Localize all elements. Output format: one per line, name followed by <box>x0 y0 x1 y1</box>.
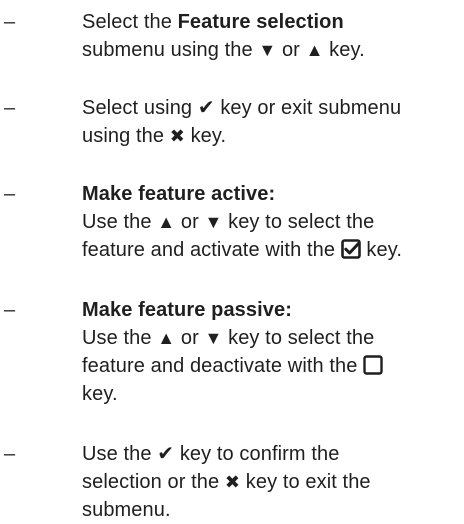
text-fragment: submenu using the <box>82 39 259 61</box>
up-arrow-icon: ▲ <box>157 328 176 348</box>
list-dash: – <box>4 97 16 119</box>
text-fragment: feature and deactivate with the <box>82 355 364 377</box>
x-icon: ✖ <box>224 472 241 492</box>
text-fragment: feature and activate with the <box>82 239 341 261</box>
text-fragment: Select using <box>82 97 198 119</box>
text-fragment: key. <box>323 39 365 61</box>
check-icon: ✔ <box>197 97 215 119</box>
text-fragment: Use the <box>82 211 158 233</box>
text-fragment: using the <box>82 125 170 147</box>
step-line-2: Use the ▲ or ▼ key to select the <box>82 208 454 236</box>
text-fragment: key to select the <box>222 211 375 233</box>
text-fragment: key to select the <box>222 327 375 349</box>
instruction-list: – Select the Feature selection submenu u… <box>0 0 464 521</box>
step-text: Use the ✔ key to confirm the selection o… <box>82 440 454 524</box>
text-fragment: Use the <box>82 443 158 465</box>
down-arrow-icon: ▼ <box>258 40 277 60</box>
list-dash: – <box>4 11 16 33</box>
up-arrow-icon: ▲ <box>305 40 324 60</box>
step-line-3: feature and activate with the key. <box>82 236 454 264</box>
text-fragment: or <box>175 211 205 233</box>
list-dash: – <box>4 299 16 321</box>
step-text: Make feature passive: Use the ▲ or ▼ key… <box>82 296 454 408</box>
step-line-1: Select the Feature selection <box>82 8 454 36</box>
step-line-2: Use the ▲ or ▼ key to select the <box>82 324 454 352</box>
down-arrow-icon: ▼ <box>204 328 223 348</box>
step-line-1: Select using ✔ key or exit submenu <box>82 94 454 122</box>
up-arrow-icon: ▲ <box>157 212 176 232</box>
text-fragment: key to exit the <box>240 471 371 493</box>
step-line-2: submenu using the ▼ or ▲ key. <box>82 36 454 64</box>
checked-box-icon <box>340 239 361 259</box>
step-heading: Make feature passive: <box>82 299 292 321</box>
text-fragment: key. <box>184 125 227 147</box>
step-text: Select using ✔ key or exit submenu using… <box>82 94 454 150</box>
text-fragment: key. <box>360 239 402 261</box>
text-fragment: or <box>276 39 306 61</box>
step-line-2: selection or the ✖ key to exit the <box>82 468 454 496</box>
text-fragment: key to confirm the <box>174 443 340 465</box>
step-line-1: Use the ✔ key to confirm the <box>82 440 454 468</box>
list-dash: – <box>4 443 16 465</box>
empty-box-icon <box>363 355 383 375</box>
step-text: Select the Feature selection submenu usi… <box>82 8 454 64</box>
check-icon: ✔ <box>157 443 175 465</box>
text-fragment: Select the <box>82 11 178 33</box>
down-arrow-icon: ▼ <box>204 212 223 232</box>
text-fragment: Use the <box>82 327 158 349</box>
text-fragment: selection or the <box>82 471 225 493</box>
step-line-2: using the ✖ key. <box>82 122 454 150</box>
step-line-4: key. <box>82 383 118 405</box>
step-line-3: submenu. <box>82 499 171 521</box>
text-fragment: or <box>175 327 205 349</box>
step-line-3: feature and deactivate with the <box>82 352 454 380</box>
x-icon: ✖ <box>169 126 185 146</box>
list-dash: – <box>4 183 16 205</box>
step-heading: Make feature active: <box>82 183 276 205</box>
step-text: Make feature active: Use the ▲ or ▼ key … <box>82 180 454 264</box>
menu-name: Feature selection <box>177 11 344 33</box>
text-fragment: key or exit submenu <box>214 97 402 119</box>
